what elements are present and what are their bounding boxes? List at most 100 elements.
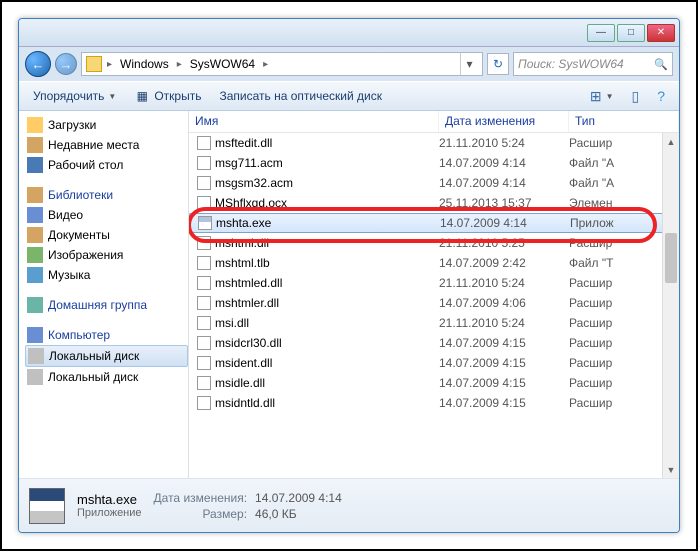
file-icon — [197, 196, 211, 210]
breadcrumb-dropdown[interactable]: ▾ — [460, 53, 478, 75]
file-date: 14.07.2009 4:15 — [439, 356, 569, 370]
nav-desktop[interactable]: Рабочий стол — [25, 155, 188, 175]
nav-localdisk[interactable]: Локальный диск — [25, 345, 188, 367]
col-date[interactable]: Дата изменения — [439, 111, 569, 132]
file-row[interactable]: mshtmled.dll21.11.2010 5:24Расшир — [189, 273, 679, 293]
burn-button[interactable]: Записать на оптический диск — [211, 86, 390, 106]
nav-images[interactable]: Изображения — [25, 245, 188, 265]
search-input[interactable]: Поиск: SysWOW64 🔍 — [513, 52, 673, 76]
nav-downloads[interactable]: Загрузки — [25, 115, 188, 135]
titlebar: — □ ✕ — [19, 19, 679, 47]
chevron-right-icon[interactable]: ▸ — [174, 59, 185, 70]
file-row[interactable]: mshta.exe14.07.2009 4:14Прилож — [189, 213, 679, 233]
video-icon — [27, 207, 43, 223]
view-button[interactable]: ⊞▼ — [582, 85, 622, 108]
details-date-label: Дата изменения: — [154, 491, 248, 505]
libraries-icon — [27, 187, 43, 203]
file-icon — [197, 156, 211, 170]
file-row[interactable]: msi.dll21.11.2010 5:24Расшир — [189, 313, 679, 333]
file-row[interactable]: mshtml.tlb14.07.2009 2:42Файл "T — [189, 253, 679, 273]
help-button[interactable]: ? — [649, 85, 673, 107]
file-icon — [197, 336, 211, 350]
chevron-right-icon[interactable]: ▸ — [104, 59, 115, 70]
breadcrumb-item[interactable]: Windows — [117, 57, 172, 71]
file-icon — [197, 136, 211, 150]
details-filename: mshta.exe — [77, 492, 142, 507]
nav-music[interactable]: Музыка — [25, 265, 188, 285]
open-icon: ▦ — [134, 88, 150, 104]
scroll-up-icon[interactable]: ▲ — [663, 133, 679, 150]
file-row[interactable]: msgsm32.acm14.07.2009 4:14Файл "A — [189, 173, 679, 193]
explorer-window: — □ ✕ ← → ▸ Windows ▸ SysWOW64 ▸ ▾ ↻ Пои… — [18, 18, 680, 533]
breadcrumb[interactable]: ▸ Windows ▸ SysWOW64 ▸ ▾ — [81, 52, 483, 76]
file-list[interactable]: msftedit.dll21.11.2010 5:24Расширmsg711.… — [189, 133, 679, 478]
details-size-value: 46,0 КБ — [255, 507, 342, 521]
file-row[interactable]: msidcrl30.dll14.07.2009 4:15Расшир — [189, 333, 679, 353]
forward-button[interactable]: → — [55, 53, 77, 75]
file-name: mshtml.dll — [215, 236, 269, 250]
breadcrumb-item[interactable]: SysWOW64 — [187, 57, 258, 71]
preview-pane-button[interactable]: ▯ — [623, 85, 647, 108]
file-name: msidntld.dll — [215, 396, 275, 410]
nav-recent[interactable]: Недавние места — [25, 135, 188, 155]
file-name: msftedit.dll — [215, 136, 272, 150]
scroll-thumb[interactable] — [665, 233, 677, 283]
images-icon — [27, 247, 43, 263]
nav-computer[interactable]: Компьютер — [25, 325, 188, 345]
nav-libraries[interactable]: Библиотеки — [25, 185, 188, 205]
file-date: 14.07.2009 4:14 — [439, 156, 569, 170]
file-date: 21.11.2010 5:24 — [439, 136, 569, 150]
help-icon: ? — [657, 88, 665, 104]
computer-icon — [27, 327, 43, 343]
details-size-label: Размер: — [154, 507, 248, 521]
file-row[interactable]: msidle.dll14.07.2009 4:15Расшир — [189, 373, 679, 393]
file-name: MShflxgd.ocx — [215, 196, 287, 210]
col-name[interactable]: Имя — [189, 111, 439, 132]
nav-homegroup[interactable]: Домашняя группа — [25, 295, 188, 315]
scroll-down-icon[interactable]: ▼ — [663, 461, 679, 478]
music-icon — [27, 267, 43, 283]
file-row[interactable]: msidntld.dll14.07.2009 4:15Расшир — [189, 393, 679, 413]
homegroup-icon — [27, 297, 43, 313]
file-row[interactable]: msftedit.dll21.11.2010 5:24Расшир — [189, 133, 679, 153]
search-icon: 🔍 — [654, 58, 668, 71]
back-button[interactable]: ← — [25, 51, 51, 77]
minimize-button[interactable]: — — [587, 24, 615, 42]
file-date: 21.11.2010 5:24 — [439, 276, 569, 290]
folder-icon — [86, 56, 102, 72]
file-date: 14.07.2009 4:15 — [439, 396, 569, 410]
file-date: 14.07.2009 4:14 — [439, 176, 569, 190]
file-name: mshtml.tlb — [215, 256, 270, 270]
file-name: msidle.dll — [215, 376, 265, 390]
file-row[interactable]: MShflxgd.ocx25.11.2013 15:37Элемен — [189, 193, 679, 213]
refresh-button[interactable]: ↻ — [487, 53, 509, 75]
file-row[interactable]: msg711.acm14.07.2009 4:14Файл "A — [189, 153, 679, 173]
downloads-icon — [27, 117, 43, 133]
file-name: msgsm32.acm — [215, 176, 293, 190]
file-row[interactable]: msident.dll14.07.2009 4:15Расшир — [189, 353, 679, 373]
file-icon — [197, 256, 211, 270]
column-headers: Имя Дата изменения Тип — [189, 111, 679, 133]
file-large-icon — [29, 488, 65, 524]
nav-video[interactable]: Видео — [25, 205, 188, 225]
col-type[interactable]: Тип — [569, 111, 679, 132]
file-row[interactable]: mshtmler.dll14.07.2009 4:06Расшир — [189, 293, 679, 313]
nav-documents[interactable]: Документы — [25, 225, 188, 245]
nav-localdisk-2[interactable]: Локальный диск — [25, 367, 188, 387]
chevron-right-icon[interactable]: ▸ — [260, 59, 271, 70]
scrollbar[interactable]: ▲ ▼ — [662, 133, 679, 478]
maximize-button[interactable]: □ — [617, 24, 645, 42]
file-icon — [197, 396, 211, 410]
file-date: 14.07.2009 4:15 — [439, 376, 569, 390]
details-filetype: Приложение — [77, 507, 142, 519]
file-name: msg711.acm — [215, 156, 283, 170]
file-row[interactable]: mshtml.dll21.11.2010 5:25Расшир — [189, 233, 679, 253]
disk-icon — [27, 369, 43, 385]
organize-button[interactable]: Упорядочить▼ — [25, 86, 124, 106]
search-placeholder: Поиск: SysWOW64 — [518, 57, 650, 71]
close-button[interactable]: ✕ — [647, 24, 675, 42]
file-date: 25.11.2013 15:37 — [439, 196, 569, 210]
open-button[interactable]: ▦Открыть — [126, 85, 209, 107]
file-icon — [197, 236, 211, 250]
navigation-pane: Загрузки Недавние места Рабочий стол Биб… — [19, 111, 189, 478]
